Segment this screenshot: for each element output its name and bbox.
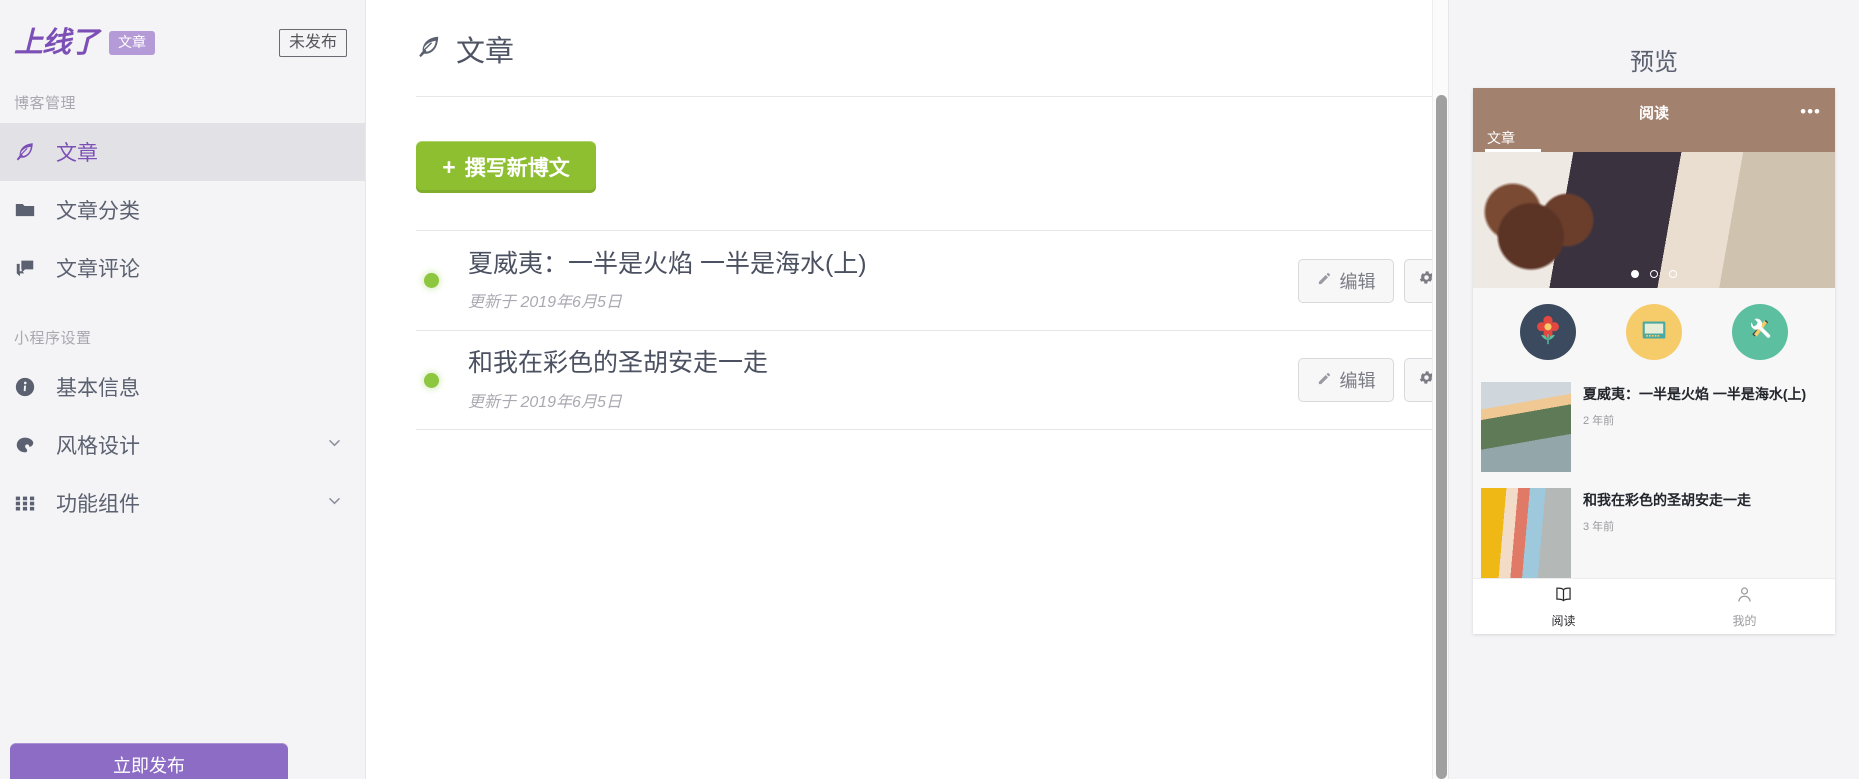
- article-updated: 更新于 2019年6月5日: [468, 294, 622, 312]
- pencil-icon: [1317, 270, 1332, 291]
- phone-shortcuts: [1473, 288, 1835, 374]
- phone-navbar: 阅读 ••• 文章: [1473, 88, 1835, 152]
- article-title[interactable]: 和我在彩色的圣胡安走一走: [468, 348, 1298, 379]
- edit-button-label: 编辑: [1339, 271, 1376, 292]
- table-row[interactable]: 和我在彩色的圣胡安走一走 更新于 2019年6月5日 编辑: [416, 330, 1448, 430]
- table-row[interactable]: 夏威夷：一半是火焰 一半是海水(上) 更新于 2019年6月5日 编辑: [416, 230, 1448, 330]
- main-content: 文章 + 撰写新博文 夏威夷：一半是火焰 一半是海水(上) 更新于 2019年6…: [366, 0, 1448, 779]
- edit-button-label: 编辑: [1339, 371, 1376, 391]
- sidebar-item-categories[interactable]: 文章分类: [0, 181, 365, 239]
- sidebar-item-components[interactable]: 功能组件: [0, 474, 365, 532]
- article-meta: 和我在彩色的圣胡安走一走 3 年前: [1571, 488, 1827, 578]
- folder-icon: [14, 199, 48, 221]
- article-time: 2 年前: [1583, 414, 1615, 427]
- article-thumbnail: [1481, 382, 1571, 472]
- sidebar-item-basic-info[interactable]: 基本信息: [0, 358, 365, 416]
- article-thumbnail: [1481, 488, 1571, 578]
- article-text: 和我在彩色的圣胡安走一走 更新于 2019年6月5日: [468, 348, 1298, 411]
- preview-heading: 预览: [1630, 49, 1678, 76]
- monitor-icon: [1637, 313, 1671, 352]
- sidebar-item-label: 功能组件: [56, 493, 140, 516]
- sidebar-item-label: 文章: [56, 142, 98, 165]
- row-actions: 编辑: [1298, 258, 1448, 303]
- app-root: 上线了 文章 未发布 博客管理 文章 文章分类 文章评论 小程序设置 基本信息 …: [0, 0, 1859, 779]
- shortcut-monitor[interactable]: [1626, 304, 1682, 360]
- sidebar-item-comments[interactable]: 文章评论: [0, 239, 365, 297]
- article-list: 夏威夷：一半是火焰 一半是海水(上) 更新于 2019年6月5日 编辑 和我在彩…: [416, 230, 1448, 430]
- carousel-dots: [1473, 270, 1835, 278]
- carousel-dot-active[interactable]: [1631, 270, 1639, 278]
- comments-icon: [14, 257, 48, 279]
- tools-icon: [1743, 313, 1777, 352]
- vertical-scrollbar[interactable]: [1432, 0, 1448, 779]
- tabbar-label: 阅读: [1551, 614, 1576, 628]
- flower-icon: [1531, 313, 1565, 352]
- shortcut-flower[interactable]: [1520, 304, 1576, 360]
- brand-tag: 文章: [109, 31, 156, 55]
- tabbar-item-mine[interactable]: 我的: [1654, 579, 1835, 634]
- header-divider: [416, 96, 1448, 97]
- article-meta: 夏威夷：一半是火焰 一半是海水(上) 2 年前: [1571, 382, 1827, 472]
- person-icon: [1734, 584, 1755, 608]
- chevron-down-icon[interactable]: [326, 491, 343, 515]
- carousel-dot[interactable]: [1669, 270, 1677, 278]
- article-title[interactable]: 夏威夷：一半是火焰 一半是海水(上): [468, 249, 1298, 280]
- edit-button[interactable]: 编辑: [1298, 358, 1394, 402]
- status-badge: [424, 372, 439, 388]
- tabbar-label: 我的: [1732, 614, 1757, 628]
- article-updated: 更新于 2019年6月5日: [468, 393, 622, 411]
- article-time: 3 年前: [1583, 520, 1615, 533]
- sidebar-group-title-blog: 博客管理: [14, 95, 77, 112]
- tabbar-item-read[interactable]: 阅读: [1473, 579, 1654, 634]
- publish-button[interactable]: 立即发布: [10, 743, 288, 779]
- row-actions: 编辑: [1298, 358, 1448, 402]
- phone-nav-title: 阅读: [1638, 105, 1669, 122]
- publish-status-badge[interactable]: 未发布: [278, 28, 347, 58]
- sidebar-header: 上线了 文章 未发布: [0, 0, 365, 86]
- brand-logo[interactable]: 上线了: [14, 28, 99, 58]
- shortcut-tools[interactable]: [1732, 304, 1788, 360]
- grid-icon: [14, 492, 48, 514]
- phone-tab-articles[interactable]: 文章: [1487, 128, 1515, 148]
- edit-button[interactable]: 编辑: [1298, 258, 1394, 303]
- preview-panel: 预览 阅读 ••• 文章 夏威夷：一半是火焰 一半是海水(上) 2 年前 和我在…: [1448, 0, 1859, 779]
- carousel-dot[interactable]: [1650, 270, 1658, 278]
- article-title: 夏威夷：一半是火焰 一半是海水(上): [1583, 386, 1807, 402]
- new-post-button-label: 撰写新博文: [464, 157, 570, 180]
- pencil-icon: [1317, 370, 1332, 391]
- info-icon: [14, 376, 48, 398]
- feather-icon: [416, 34, 442, 65]
- phone-tabbar: 阅读 我的: [1473, 578, 1835, 634]
- phone-preview: 阅读 ••• 文章 夏威夷：一半是火焰 一半是海水(上) 2 年前 和我在彩色的…: [1473, 88, 1835, 634]
- article-title: 和我在彩色的圣胡安走一走: [1583, 492, 1751, 508]
- feather-icon: [14, 141, 48, 163]
- list-item[interactable]: 夏威夷：一半是火焰 一半是海水(上) 2 年前: [1481, 374, 1827, 480]
- new-post-button[interactable]: + 撰写新博文: [416, 141, 596, 193]
- palette-icon: [14, 434, 48, 456]
- page-header: 文章: [366, 0, 1448, 70]
- sidebar-item-label: 风格设计: [56, 435, 140, 458]
- sidebar-group-title-miniapp: 小程序设置: [14, 330, 92, 347]
- page-title: 文章: [456, 36, 515, 68]
- sidebar-item-style-design[interactable]: 风格设计: [0, 416, 365, 474]
- article-text: 夏威夷：一半是火焰 一半是海水(上) 更新于 2019年6月5日: [468, 249, 1298, 312]
- status-badge: [424, 273, 439, 288]
- phone-article-list: 夏威夷：一半是火焰 一半是海水(上) 2 年前 和我在彩色的圣胡安走一走 3 年…: [1473, 374, 1835, 586]
- sidebar-item-articles[interactable]: 文章: [0, 123, 365, 181]
- list-item[interactable]: 和我在彩色的圣胡安走一走 3 年前: [1481, 480, 1827, 586]
- more-icon[interactable]: •••: [1800, 103, 1821, 120]
- book-icon: [1553, 584, 1574, 608]
- sidebar-item-label: 文章评论: [56, 258, 140, 281]
- sidebar-item-label: 基本信息: [56, 377, 140, 400]
- sidebar: 上线了 文章 未发布 博客管理 文章 文章分类 文章评论 小程序设置 基本信息 …: [0, 0, 366, 779]
- plus-icon: +: [442, 153, 456, 180]
- scrollbar-thumb[interactable]: [1436, 95, 1447, 779]
- chevron-down-icon[interactable]: [326, 433, 343, 457]
- sidebar-item-label: 文章分类: [56, 200, 140, 223]
- phone-banner-image[interactable]: [1473, 152, 1835, 288]
